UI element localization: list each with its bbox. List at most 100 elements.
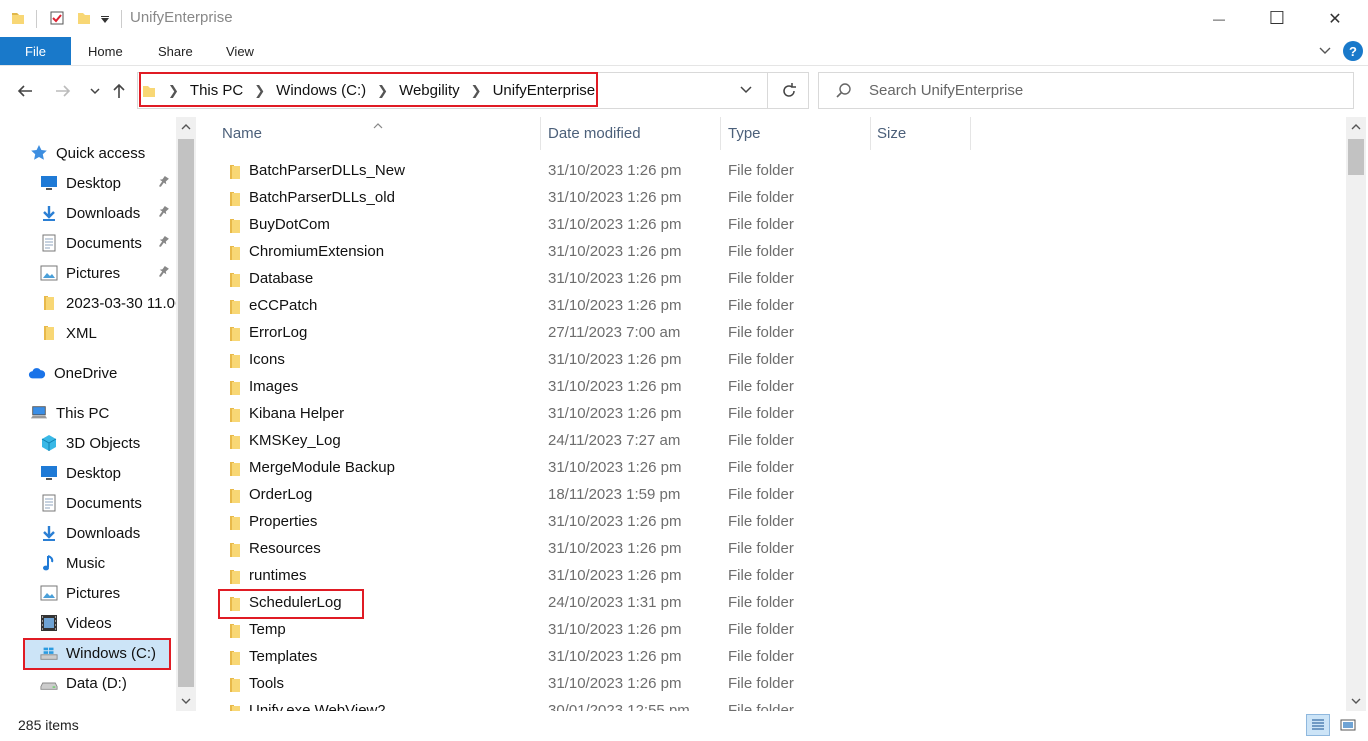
search-input[interactable]: Search UnifyEnterprise — [869, 82, 1023, 99]
scroll-down-icon — [181, 698, 191, 704]
sidebar-item-music[interactable]: Music — [0, 548, 176, 578]
file-name: OrderLog — [249, 486, 313, 503]
table-row[interactable]: eCCPatch 31/10/2023 1:26 pm File folder — [222, 293, 982, 320]
sidebar-item-onedrive[interactable]: OneDrive — [0, 358, 176, 388]
sidebar-item-pictures[interactable]: Pictures — [0, 258, 176, 288]
new-folder-icon[interactable] — [76, 10, 92, 30]
table-row[interactable]: Templates 31/10/2023 1:26 pm File folder — [222, 644, 982, 671]
sidebar-item-downloads[interactable]: Downloads — [0, 518, 176, 548]
table-row[interactable]: BatchParserDLLs_old 31/10/2023 1:26 pm Fil… — [222, 185, 982, 212]
file-date-modified: 31/10/2023 1:26 pm — [548, 297, 682, 314]
sidebar-item-xml[interactable]: XML — [0, 318, 176, 348]
search-box[interactable]: Search UnifyEnterprise — [818, 72, 1354, 109]
tab-share[interactable]: Share — [158, 44, 193, 59]
tab-home[interactable]: Home — [88, 44, 123, 59]
pictures-icon — [40, 584, 58, 602]
tab-view[interactable]: View — [226, 44, 254, 59]
up-button[interactable] — [108, 79, 130, 103]
minimize-button[interactable]: — — [1190, 0, 1248, 37]
sidebar-item-this-pc[interactable]: This PC — [0, 398, 176, 428]
large-icons-view-icon — [1340, 719, 1356, 731]
folder-icon — [227, 704, 243, 711]
close-button[interactable]: ✕ — [1306, 0, 1364, 37]
table-row[interactable]: BatchParserDLLs_New 31/10/2023 1:26 pm Fil… — [222, 158, 982, 185]
file-type: File folder — [728, 702, 794, 711]
properties-icon[interactable] — [49, 10, 65, 30]
table-row[interactable]: Resources 31/10/2023 1:26 pm File folder — [222, 536, 982, 563]
pin-icon[interactable] — [156, 205, 170, 223]
up-arrow-icon — [113, 83, 125, 98]
details-view-button[interactable] — [1306, 714, 1330, 736]
sidebar-item-documents[interactable]: Documents — [0, 228, 176, 258]
column-header-date[interactable]: Date modified — [548, 117, 641, 150]
table-row[interactable]: Kibana Helper 31/10/2023 1:26 pm File fold… — [222, 401, 982, 428]
tab-file[interactable]: File — [0, 37, 71, 65]
folder-icon — [227, 299, 243, 319]
sidebar-item-videos[interactable]: Videos — [0, 608, 176, 638]
customize-toolbar-chevron-icon[interactable] — [100, 12, 110, 29]
sort-ascending-icon — [372, 117, 384, 134]
column-divider[interactable] — [870, 117, 871, 150]
recent-locations-button[interactable] — [84, 79, 106, 103]
back-button[interactable] — [14, 79, 36, 103]
table-row[interactable]: Icons 31/10/2023 1:26 pm File folder — [222, 347, 982, 374]
sidebar-item-label: Pictures — [66, 264, 121, 282]
table-row[interactable]: Unify.exe.WebView2 30/01/2023 12:55 pm Fil… — [222, 698, 982, 711]
table-row[interactable]: Images 31/10/2023 1:26 pm File folder — [222, 374, 982, 401]
column-divider[interactable] — [970, 117, 971, 150]
column-divider[interactable] — [720, 117, 721, 150]
table-row[interactable]: Tools 31/10/2023 1:26 pm File folder — [222, 671, 982, 698]
sidebar-scroll-thumb[interactable] — [178, 139, 194, 687]
table-row[interactable]: runtimes 31/10/2023 1:26 pm File folder — [222, 563, 982, 590]
column-divider[interactable] — [540, 117, 541, 150]
table-row[interactable]: ErrorLog 27/11/2023 7:00 am File folder — [222, 320, 982, 347]
ribbon: File Home Share View ? — [0, 37, 1368, 66]
large-icons-view-button[interactable] — [1336, 714, 1360, 736]
sidebar-item-3d-objects[interactable]: 3D Objects — [0, 428, 176, 458]
table-row[interactable]: ChromiumExtension 31/10/2023 1:26 pm File … — [222, 239, 982, 266]
folder-icon — [227, 515, 243, 535]
sidebar-item-data-d[interactable]: Data (D:) — [0, 668, 176, 698]
pin-icon[interactable] — [156, 235, 170, 253]
sidebar-item-label: Data (D:) — [66, 674, 127, 692]
folder-icon — [227, 542, 243, 562]
maximize-button[interactable]: ☐ — [1248, 0, 1306, 37]
sidebar-scrollbar[interactable] — [176, 117, 196, 711]
sidebar-item-desktop[interactable]: Desktop — [0, 168, 176, 198]
file-type: File folder — [728, 324, 794, 341]
sidebar-item-quick-access[interactable]: Quick access — [0, 138, 176, 168]
table-row[interactable]: Properties 31/10/2023 1:26 pm File folder — [222, 509, 982, 536]
sidebar-item-downloads[interactable]: Downloads — [0, 198, 176, 228]
address-history-chevron-icon[interactable] — [738, 81, 754, 101]
sidebar-item-documents[interactable]: Documents — [0, 488, 176, 518]
pin-icon[interactable] — [156, 175, 170, 193]
column-header-type[interactable]: Type — [728, 117, 761, 150]
sidebar-item-desktop[interactable]: Desktop — [0, 458, 176, 488]
video-icon — [40, 614, 58, 632]
file-name: BatchParserDLLs_old — [249, 189, 395, 206]
table-row[interactable]: KMSKey_Log 24/11/2023 7:27 am File folder — [222, 428, 982, 455]
cube-icon — [40, 434, 58, 452]
table-row[interactable]: OrderLog 18/11/2023 1:59 pm File folder — [222, 482, 982, 509]
table-row[interactable]: BuyDotCom 31/10/2023 1:26 pm File folder — [222, 212, 982, 239]
help-button[interactable]: ? — [1343, 41, 1363, 61]
file-list-scroll-thumb[interactable] — [1348, 139, 1364, 175]
table-row[interactable]: Database 31/10/2023 1:26 pm File folder — [222, 266, 982, 293]
computer-icon — [30, 404, 48, 422]
sidebar-item-pictures[interactable]: Pictures — [0, 578, 176, 608]
table-row[interactable]: Temp 31/10/2023 1:26 pm File folder — [222, 617, 982, 644]
table-row[interactable]: SchedulerLog 24/10/2023 1:31 pm File folde… — [218, 589, 982, 619]
star-icon — [30, 144, 48, 162]
refresh-button[interactable] — [767, 73, 809, 108]
expand-ribbon-chevron-icon[interactable] — [1318, 43, 1332, 61]
pin-icon[interactable] — [156, 265, 170, 283]
sidebar-item-2023-03-30-11-06[interactable]: 2023-03-30 11.06 — [0, 288, 176, 318]
table-row[interactable]: MergeModule Backup 31/10/2023 1:26 pm File… — [222, 455, 982, 482]
file-date-modified: 31/10/2023 1:26 pm — [548, 270, 682, 287]
forward-button[interactable] — [52, 79, 74, 103]
file-list-scrollbar[interactable] — [1346, 117, 1366, 711]
file-name: Tools — [249, 675, 285, 692]
folder-icon — [227, 488, 243, 508]
column-header-size[interactable]: Size — [877, 117, 906, 150]
column-header-name[interactable]: Name — [222, 117, 262, 150]
